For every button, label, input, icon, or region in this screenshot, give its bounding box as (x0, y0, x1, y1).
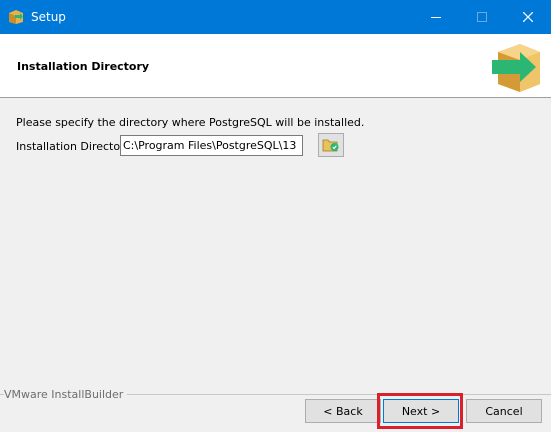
next-button[interactable]: Next > (383, 399, 459, 423)
window-title: Setup (31, 10, 66, 24)
page-title: Installation Directory (17, 60, 150, 73)
box-arrow-install-icon (490, 40, 544, 94)
minimize-button[interactable] (413, 0, 459, 34)
footer-brand: VMware InstallBuilder (4, 388, 128, 401)
browse-folder-button[interactable] (318, 133, 344, 157)
page-header: Installation Directory (0, 34, 551, 98)
maximize-icon (477, 12, 487, 22)
maximize-button[interactable] (459, 0, 505, 34)
close-icon (523, 12, 533, 22)
back-button[interactable]: < Back (305, 399, 381, 423)
cancel-button[interactable]: Cancel (466, 399, 542, 423)
directory-description: Please specify the directory where Postg… (16, 116, 365, 129)
installation-directory-label: Installation Directory (16, 140, 132, 153)
close-button[interactable] (505, 0, 551, 34)
title-bar[interactable]: Setup (0, 0, 551, 34)
folder-browse-icon (322, 139, 339, 152)
installation-directory-input[interactable] (120, 135, 303, 156)
box-setup-icon (8, 9, 24, 25)
minimize-icon (431, 17, 441, 18)
